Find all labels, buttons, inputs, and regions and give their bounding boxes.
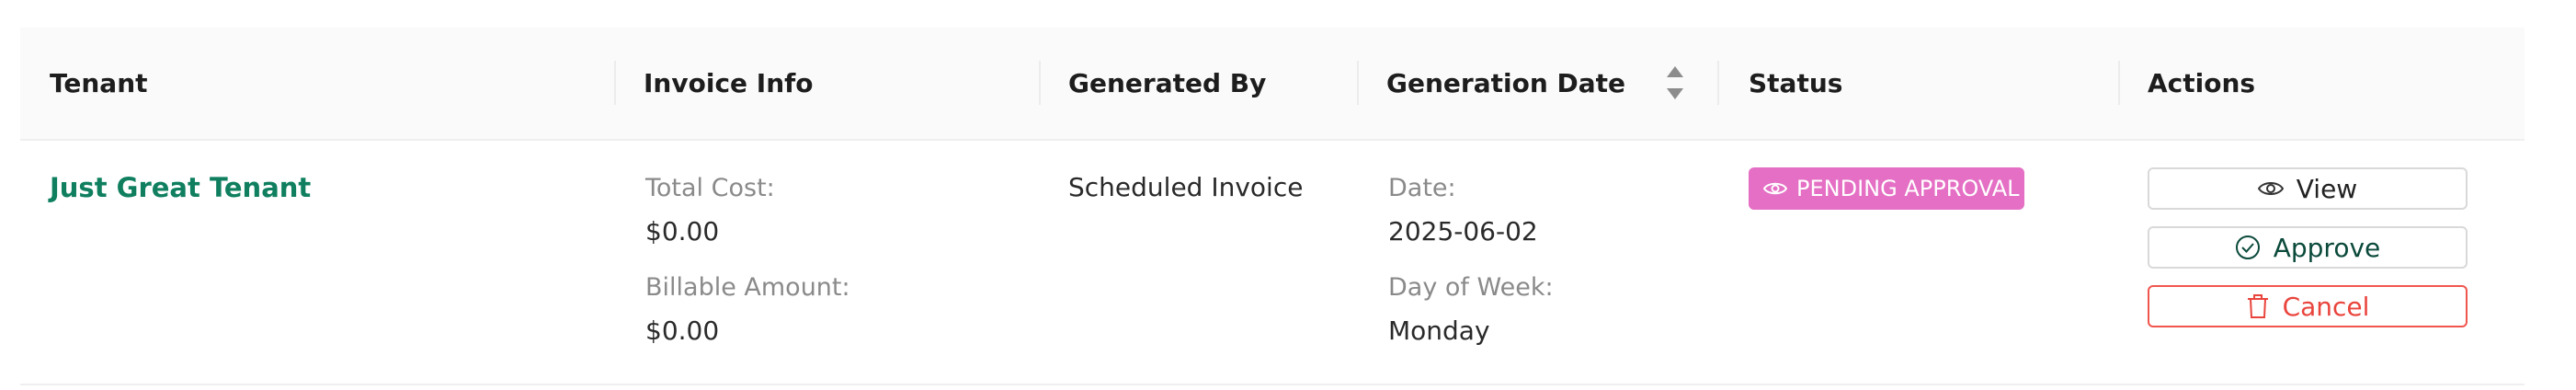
view-button[interactable]: View bbox=[2148, 167, 2468, 210]
check-circle-icon bbox=[2235, 235, 2260, 259]
billable-amount-value: $0.00 bbox=[645, 315, 720, 346]
status-badge: PENDING APPROVAL bbox=[1749, 167, 2024, 210]
column-header-generation-date[interactable]: Generation Date bbox=[1386, 28, 1625, 139]
column-divider bbox=[1039, 61, 1041, 105]
trash-icon bbox=[2247, 294, 2268, 318]
total-cost-label: Total Cost: bbox=[645, 174, 775, 202]
invoice-table: Tenant Invoice Info Generated By Generat… bbox=[20, 28, 2525, 386]
column-header-status: Status bbox=[1749, 68, 1843, 98]
column-header-tenant: Tenant bbox=[50, 68, 148, 98]
eye-icon bbox=[1763, 182, 1787, 195]
total-cost-value: $0.00 bbox=[645, 216, 720, 247]
billable-amount-label: Billable Amount: bbox=[645, 273, 850, 302]
column-header-generated-by: Generated By bbox=[1068, 68, 1267, 98]
approve-button-label: Approve bbox=[2273, 232, 2381, 263]
view-button-label: View bbox=[2296, 173, 2358, 204]
column-divider bbox=[1357, 61, 1359, 105]
column-header-actions: Actions bbox=[2148, 68, 2256, 98]
cancel-button[interactable]: Cancel bbox=[2148, 285, 2468, 327]
eye-icon bbox=[2257, 182, 2284, 195]
sort-icon[interactable] bbox=[1664, 61, 1686, 107]
date-value: 2025-06-02 bbox=[1388, 216, 1538, 247]
column-header-invoice-info: Invoice Info bbox=[644, 68, 814, 98]
column-divider bbox=[1717, 61, 1719, 105]
table-header: Tenant Invoice Info Generated By Generat… bbox=[20, 28, 2525, 141]
table-row: Just Great Tenant Total Cost: $0.00 Bill… bbox=[20, 139, 2525, 385]
date-label: Date: bbox=[1388, 174, 1456, 202]
column-divider bbox=[614, 61, 616, 105]
generated-by-value: Scheduled Invoice bbox=[1068, 172, 1304, 202]
cancel-button-label: Cancel bbox=[2282, 291, 2370, 322]
approve-button[interactable]: Approve bbox=[2148, 226, 2468, 269]
day-of-week-label: Day of Week: bbox=[1388, 273, 1554, 302]
column-divider bbox=[2118, 61, 2120, 105]
status-badge-text: PENDING APPROVAL bbox=[1796, 176, 2020, 201]
day-of-week-value: Monday bbox=[1388, 315, 1490, 346]
tenant-link[interactable]: Just Great Tenant bbox=[50, 172, 311, 203]
